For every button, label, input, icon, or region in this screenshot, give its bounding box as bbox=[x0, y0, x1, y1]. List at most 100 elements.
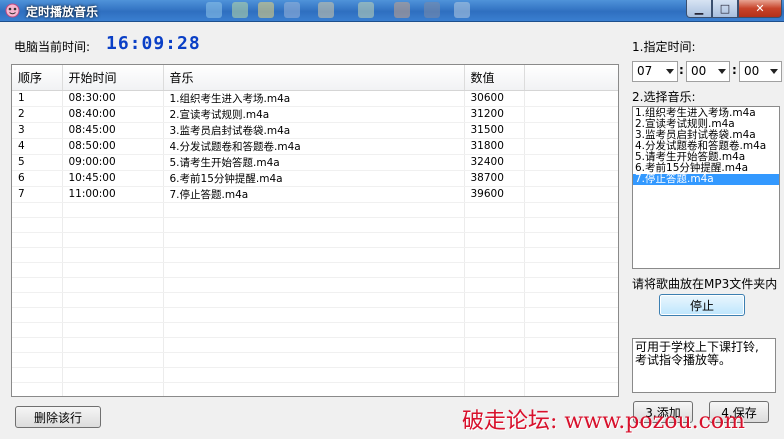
second-select[interactable]: 00 bbox=[739, 61, 782, 82]
cell-empty bbox=[62, 217, 164, 233]
table-row[interactable]: 6 10:45:00 6.考前15分钟提醒.m4a 38700 bbox=[12, 170, 618, 187]
column-header-value[interactable]: 数值 bbox=[464, 65, 525, 91]
cell-empty bbox=[12, 247, 63, 263]
cell-empty bbox=[163, 262, 465, 278]
empty-row bbox=[12, 337, 618, 353]
music-app-icon bbox=[5, 3, 20, 18]
music-section-label: 2.选择音乐: bbox=[632, 90, 696, 104]
empty-row bbox=[12, 277, 618, 293]
cell-value: 30600 bbox=[464, 90, 525, 107]
cell-empty bbox=[163, 367, 465, 383]
cell-empty bbox=[464, 367, 525, 383]
description-textbox[interactable]: 可用于学校上下课打铃, 考试指令播放等。 bbox=[632, 338, 776, 393]
cell-empty bbox=[62, 337, 164, 353]
column-header-order[interactable]: 顺序 bbox=[12, 65, 63, 91]
cell-empty bbox=[12, 337, 63, 353]
chevron-down-icon bbox=[666, 69, 674, 74]
cell-value: 31200 bbox=[464, 106, 525, 123]
cell-empty bbox=[524, 186, 618, 203]
cell-order: 5 bbox=[12, 154, 63, 171]
cell-empty bbox=[12, 322, 63, 338]
schedule-table[interactable]: 顺序 开始时间 音乐 数值 1 08:30:00 1.组织考生进入考场.m4a … bbox=[11, 64, 619, 397]
cell-empty bbox=[12, 352, 63, 368]
table-row[interactable]: 5 09:00:00 5.请考生开始答题.m4a 32400 bbox=[12, 154, 618, 171]
column-header-filler bbox=[524, 65, 618, 91]
maximize-button[interactable]: □ bbox=[712, 0, 738, 18]
cell-empty bbox=[12, 262, 63, 278]
cell-empty bbox=[12, 202, 63, 218]
cell-empty bbox=[62, 232, 164, 248]
cell-empty bbox=[163, 247, 465, 263]
window-title: 定时播放音乐 bbox=[26, 5, 99, 19]
cell-value: 39600 bbox=[464, 186, 525, 203]
cell-empty bbox=[464, 262, 525, 278]
column-header-music[interactable]: 音乐 bbox=[163, 65, 465, 91]
cell-empty bbox=[12, 277, 63, 293]
cell-music: 1.组织考生进入考场.m4a bbox=[163, 90, 465, 107]
taskbar-decor-icon bbox=[318, 2, 334, 18]
cell-order: 3 bbox=[12, 122, 63, 139]
minute-select[interactable]: 00 bbox=[686, 61, 730, 82]
cell-empty bbox=[62, 382, 164, 396]
table-row[interactable]: 3 08:45:00 3.监考员启封试卷袋.m4a 31500 bbox=[12, 122, 618, 139]
cell-empty bbox=[524, 277, 618, 293]
cell-empty bbox=[524, 202, 618, 218]
cell-empty bbox=[464, 382, 525, 396]
cell-music: 3.监考员启封试卷袋.m4a bbox=[163, 122, 465, 139]
cell-empty bbox=[524, 232, 618, 248]
empty-row bbox=[12, 367, 618, 383]
stop-button[interactable]: 停止 bbox=[659, 294, 745, 316]
cell-empty bbox=[62, 262, 164, 278]
taskbar-decor-icon bbox=[232, 2, 248, 18]
cell-start-time: 08:30:00 bbox=[62, 90, 164, 107]
cell-music: 6.考前15分钟提醒.m4a bbox=[163, 170, 465, 187]
cell-empty bbox=[62, 292, 164, 308]
cell-empty bbox=[524, 217, 618, 233]
cell-empty bbox=[464, 277, 525, 293]
chevron-down-icon bbox=[718, 69, 726, 74]
table-row[interactable]: 2 08:40:00 2.宣读考试规则.m4a 31200 bbox=[12, 106, 618, 123]
music-option-selected[interactable]: 7.停止答题.m4a bbox=[633, 174, 779, 185]
delete-row-button[interactable]: 删除该行 bbox=[15, 406, 101, 428]
taskbar-decor-icon bbox=[284, 2, 300, 18]
column-header-start-time[interactable]: 开始时间 bbox=[62, 65, 164, 91]
taskbar-decor-icon bbox=[206, 2, 222, 18]
music-listbox[interactable]: 1.组织考生进入考场.m4a 2.宣读考试规则.m4a 3.监考员启封试卷袋.m… bbox=[632, 106, 780, 269]
cell-empty bbox=[464, 307, 525, 323]
folder-note: 请将歌曲放在MP3文件夹内 bbox=[632, 277, 778, 291]
cell-empty bbox=[163, 307, 465, 323]
table-row[interactable]: 7 11:00:00 7.停止答题.m4a 39600 bbox=[12, 186, 618, 203]
table-row[interactable]: 4 08:50:00 4.分发试题卷和答题卷.m4a 31800 bbox=[12, 138, 618, 155]
cell-empty bbox=[464, 292, 525, 308]
cell-empty bbox=[524, 247, 618, 263]
table-header-row: 顺序 开始时间 音乐 数值 bbox=[12, 65, 618, 91]
hour-select[interactable]: 07 bbox=[632, 61, 678, 82]
cell-empty bbox=[464, 217, 525, 233]
cell-empty bbox=[12, 367, 63, 383]
cell-empty bbox=[62, 352, 164, 368]
taskbar-decor-icon bbox=[424, 2, 440, 18]
empty-row bbox=[12, 292, 618, 308]
cell-empty bbox=[524, 322, 618, 338]
cell-empty bbox=[12, 382, 63, 396]
empty-row bbox=[12, 262, 618, 278]
title-bar: 定时播放音乐 ▁ □ ✕ bbox=[0, 0, 784, 22]
cell-empty bbox=[62, 307, 164, 323]
empty-row bbox=[12, 232, 618, 248]
cell-music: 5.请考生开始答题.m4a bbox=[163, 154, 465, 171]
cell-empty bbox=[524, 122, 618, 139]
table-row[interactable]: 1 08:30:00 1.组织考生进入考场.m4a 30600 bbox=[12, 90, 618, 107]
cell-empty bbox=[62, 277, 164, 293]
cell-empty bbox=[12, 217, 63, 233]
chevron-down-icon bbox=[770, 69, 778, 74]
minimize-button[interactable]: ▁ bbox=[686, 0, 712, 18]
cell-order: 6 bbox=[12, 170, 63, 187]
hour-value: 07 bbox=[637, 64, 653, 78]
cell-empty bbox=[464, 232, 525, 248]
taskbar-decor-icon bbox=[394, 2, 410, 18]
cell-value: 31500 bbox=[464, 122, 525, 139]
cell-empty bbox=[12, 232, 63, 248]
close-button[interactable]: ✕ bbox=[738, 0, 782, 18]
cell-start-time: 08:50:00 bbox=[62, 138, 164, 155]
taskbar-decor-icon bbox=[258, 2, 274, 18]
